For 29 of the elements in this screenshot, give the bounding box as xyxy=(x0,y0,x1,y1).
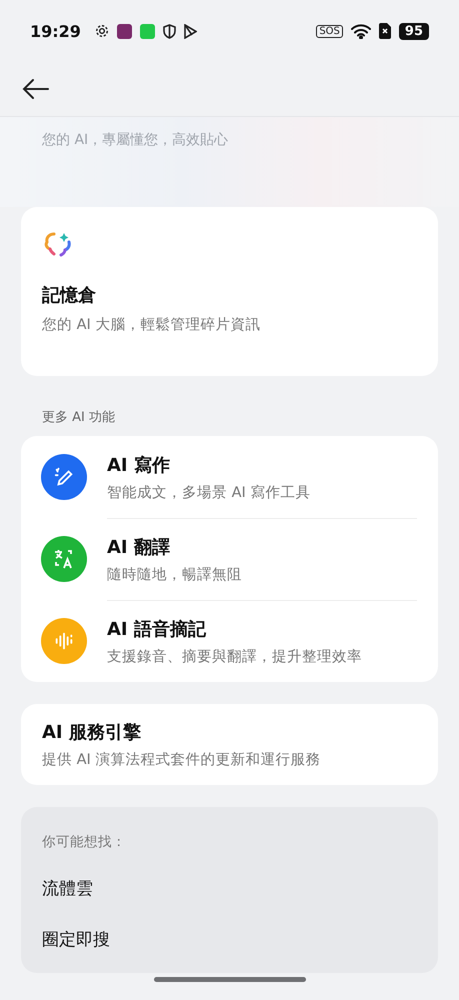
engine-subtitle: 提供 AI 演算法程式套件的更新和運行服務 xyxy=(42,750,322,769)
suggestions-label: 你可能想找： xyxy=(42,833,127,851)
feature-title[interactable]: AI 翻譯 xyxy=(107,535,417,559)
sos-indicator: SOS xyxy=(316,24,343,38)
feature-subtitle: 隨時隨地，暢譯無阻 xyxy=(107,566,243,584)
app-icon xyxy=(140,24,155,38)
feature-subtitle: 支援錄音、摘要與翻譯，提升整理效率 xyxy=(107,648,363,666)
section-label: 更多 AI 功能 xyxy=(41,409,116,427)
gear-icon xyxy=(94,24,109,38)
feature-title[interactable]: AI 寫作 xyxy=(107,452,417,476)
shield-icon xyxy=(162,24,176,38)
feature-title[interactable]: AI 語音摘記 xyxy=(107,617,417,641)
memory-subtitle: 您的 AI 大腦，輕鬆管理碎片資訊 xyxy=(42,316,262,334)
suggestion-link[interactable]: 流體雲 xyxy=(42,877,417,900)
app-icon xyxy=(116,24,132,38)
suggestion-link[interactable]: 圈定即搜 xyxy=(42,928,417,951)
status-time: 19:29 xyxy=(30,22,81,40)
tagline: 您的 AI，專屬懂您，高效貼心 xyxy=(42,132,228,148)
sim-icon xyxy=(378,23,391,39)
memory-card[interactable]: 記憶倉 您的 AI 大腦，輕鬆管理碎片資訊 xyxy=(21,207,438,376)
feature-subtitle: 智能成文，多場景 AI 寫作工具 xyxy=(107,484,312,502)
sound-wave-icon xyxy=(53,630,75,652)
pencil-icon xyxy=(53,466,75,488)
battery-level: 95 xyxy=(398,22,429,40)
engine-title: AI 服務引擎 xyxy=(42,721,142,744)
play-store-icon xyxy=(184,24,197,38)
wifi-icon xyxy=(350,24,371,38)
memory-title: 記憶倉 xyxy=(42,284,97,307)
engine-card[interactable]: AI 服務引擎 提供 AI 演算法程式套件的更新和運行服務 xyxy=(21,704,438,785)
